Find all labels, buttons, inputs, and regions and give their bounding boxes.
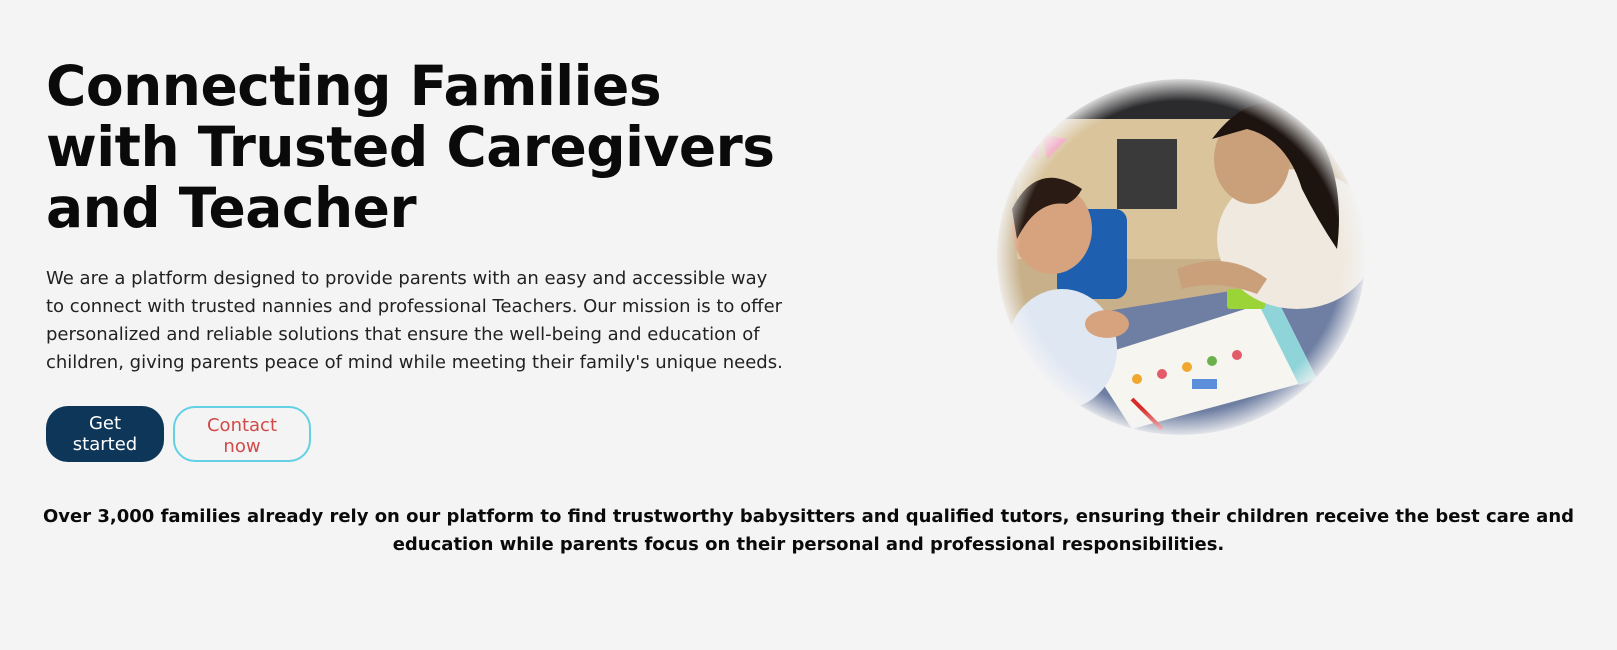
get-started-button[interactable]: Get started bbox=[46, 406, 164, 462]
hero-photo-illustration bbox=[997, 79, 1365, 435]
hero-text-column: Connecting Families with Trusted Caregiv… bbox=[46, 56, 806, 462]
contact-now-button[interactable]: Contact now bbox=[173, 406, 311, 462]
hero-photo bbox=[997, 79, 1365, 435]
hero-description: We are a platform designed to provide pa… bbox=[46, 268, 783, 373]
stats-statement: Over 3,000 families already rely on our … bbox=[42, 506, 1575, 555]
hero-title: Connecting Families with Trusted Caregiv… bbox=[46, 54, 775, 240]
hero-button-row: Get started Contact now bbox=[46, 406, 806, 462]
